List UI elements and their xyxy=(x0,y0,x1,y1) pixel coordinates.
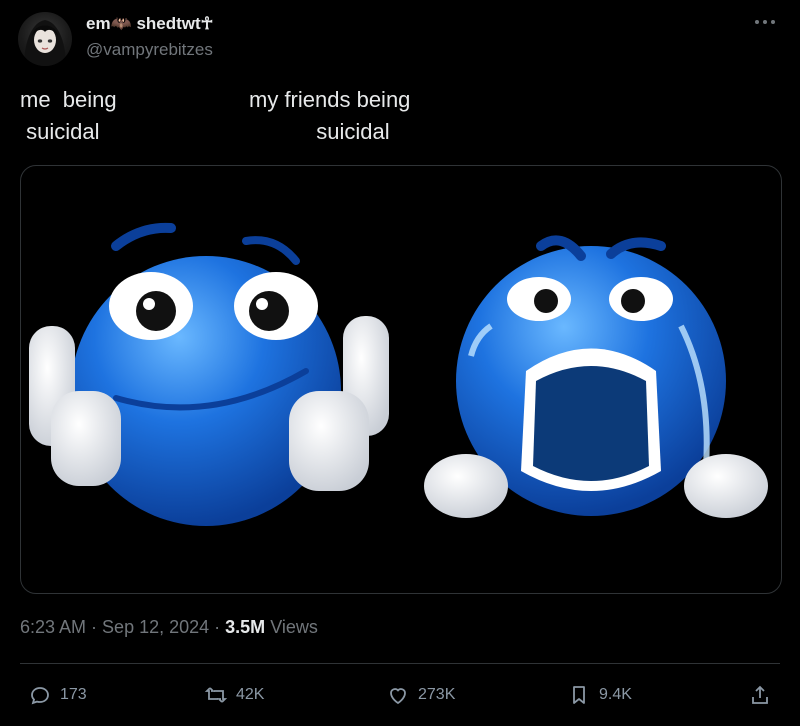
bookmark-button[interactable]: 9.4K xyxy=(567,680,632,710)
like-button[interactable]: 273K xyxy=(386,680,455,710)
share-icon xyxy=(752,685,768,704)
reply-button[interactable]: 173 xyxy=(28,680,87,710)
bookmark-count: 9.4K xyxy=(599,686,632,703)
more-options-button[interactable] xyxy=(752,12,778,32)
reply-count: 173 xyxy=(60,686,87,703)
avatar-image xyxy=(24,20,66,66)
like-icon xyxy=(390,688,406,705)
repost-count: 42K xyxy=(236,686,265,703)
like-count: 273K xyxy=(418,686,456,703)
repost-button[interactable]: 42K xyxy=(204,680,264,710)
author-handle[interactable]: @vampyrebitzes xyxy=(86,40,213,60)
tweet-time[interactable]: 6:23 AM xyxy=(20,617,86,637)
more-icon xyxy=(755,20,775,24)
tweet-meta: 6:23 AM · Sep 12, 2024 · 3.5M Views xyxy=(20,617,318,637)
crying-emoji xyxy=(424,235,768,518)
tweet-text-left: me being suicidal xyxy=(20,87,117,144)
reply-icon xyxy=(31,687,49,705)
tweet-date[interactable]: Sep 12, 2024 xyxy=(102,617,209,637)
repost-icon xyxy=(204,687,228,703)
tweet-text-right: my friends being suicidal xyxy=(249,87,411,144)
views-label: Views xyxy=(265,617,318,637)
avatar[interactable] xyxy=(18,12,72,66)
media-image xyxy=(29,222,768,526)
share-button[interactable] xyxy=(748,680,772,710)
divider xyxy=(20,663,780,664)
views-count: 3.5M xyxy=(225,617,266,637)
bookmark-icon xyxy=(573,686,585,704)
author-display-name[interactable]: em🦇 shedtwt☥ xyxy=(86,14,213,34)
thumbs-up-emoji xyxy=(29,222,389,526)
tweet-media[interactable] xyxy=(20,165,782,594)
